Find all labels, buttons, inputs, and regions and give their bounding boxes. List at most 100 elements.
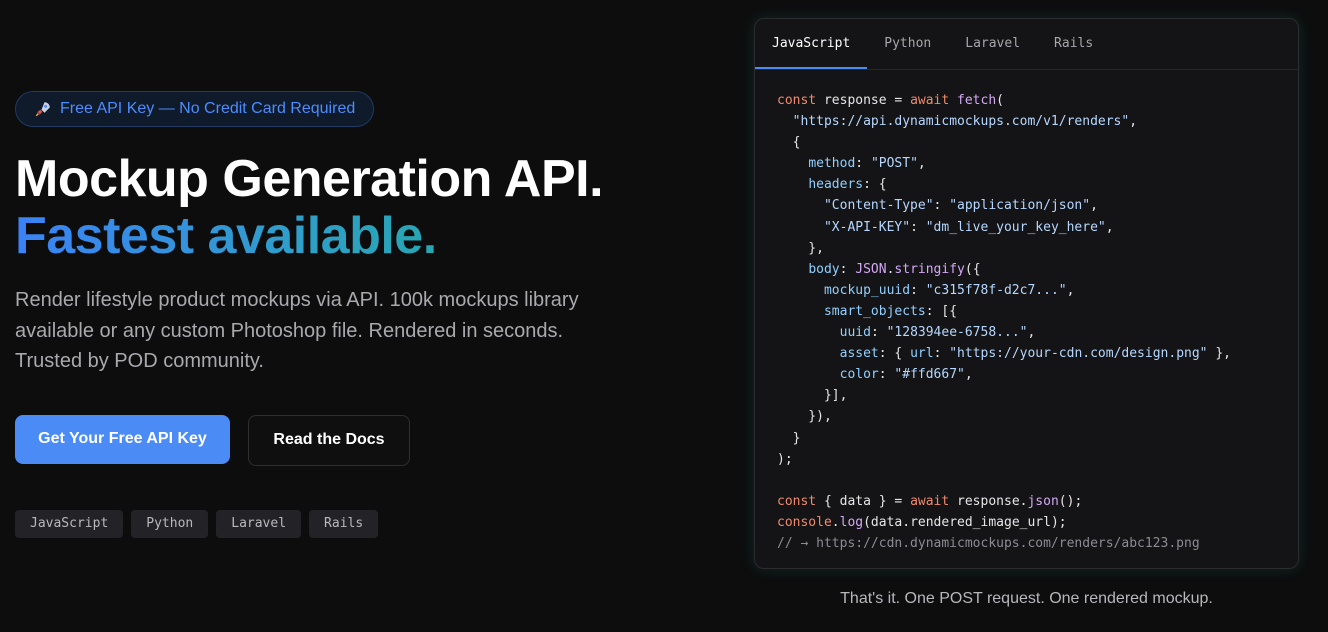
code-token: : <box>910 219 926 235</box>
code-line: method: "POST", <box>777 153 1298 174</box>
code-token: log <box>839 514 864 530</box>
tab-rails[interactable]: Rails <box>1037 19 1110 69</box>
code-token: , <box>1027 325 1036 341</box>
code-token: response = <box>816 93 911 108</box>
tab-laravel[interactable]: Laravel <box>948 19 1037 69</box>
code-token: console <box>777 514 832 530</box>
code-token: "https://your-cdn.com/design.png" <box>949 346 1208 362</box>
code-line: "X-API-KEY": "dm_live_your_key_here", <box>777 217 1298 238</box>
code-line: smart_objects: [{ <box>777 301 1298 322</box>
code-token: . <box>831 514 840 530</box>
code-token: ({ <box>964 261 981 277</box>
code-line: console.log(data.rendered_image_url); <box>777 512 1298 533</box>
code-token: json <box>1027 493 1059 509</box>
code-token: // → https://cdn.dynamicmockups.com/rend… <box>777 535 1200 551</box>
code-line: ); <box>777 449 1298 470</box>
code-token: mockup_uuid <box>823 282 911 298</box>
code-line: }], <box>777 385 1298 406</box>
code-tabs: JavaScript Python Laravel Rails <box>755 19 1298 70</box>
code-token: "X-API-KEY" <box>823 219 911 235</box>
code-caption: That's it. One POST request. One rendere… <box>840 590 1213 607</box>
code-line: // → https://cdn.dynamicmockups.com/rend… <box>777 533 1298 554</box>
code-token: : <box>933 198 950 214</box>
code-token: ( <box>996 93 1004 108</box>
code-line: headers: { <box>777 174 1298 195</box>
code-token: "application/json" <box>949 198 1091 214</box>
code-token: body <box>808 261 840 277</box>
code-token: await <box>910 93 950 108</box>
free-api-key-badge[interactable]: Free API Key — No Credit Card Required <box>15 91 375 127</box>
code-line: body: JSON.stringify({ <box>777 259 1298 280</box>
code-token: smart_objects <box>823 303 926 319</box>
code-token: : <box>870 325 887 341</box>
code-token: "128394ee-6758..." <box>886 325 1028 341</box>
code-token: const <box>777 493 817 509</box>
code-token: : { <box>863 177 887 193</box>
code-line: "https://api.dynamicmockups.com/v1/rende… <box>777 111 1298 132</box>
code-token: : <box>933 346 950 362</box>
code-token: }, <box>1207 346 1231 362</box>
code-token: (); <box>1058 493 1083 509</box>
tab-javascript[interactable]: JavaScript <box>755 19 868 69</box>
code-token: "Content-Type" <box>823 198 934 214</box>
cta-group: Get Your Free API Key Read the Docs <box>15 414 655 466</box>
rocket-icon <box>34 100 52 118</box>
code-token: fetch <box>957 93 997 108</box>
code-token: , <box>964 367 973 383</box>
code-token: const <box>777 93 817 108</box>
code-token: ); <box>777 451 793 467</box>
code-token: : [{ <box>925 303 958 319</box>
code-token: color <box>839 367 879 383</box>
code-token: await <box>910 493 950 509</box>
page-title: Mockup Generation API. Fastest available… <box>15 151 655 265</box>
code-token: (data.rendered_image_url); <box>863 514 1067 530</box>
code-token: } <box>777 430 801 446</box>
get-free-api-key-button[interactable]: Get Your Free API Key <box>15 414 230 464</box>
code-token: , <box>1129 114 1138 130</box>
code-token: }), <box>777 409 832 425</box>
code-line: } <box>777 428 1298 449</box>
code-token: "POST" <box>870 156 918 172</box>
code-token: method <box>808 156 856 172</box>
language-tags: JavaScript Python Laravel Rails <box>15 509 655 538</box>
code-token: }, <box>777 240 824 256</box>
code-token: , <box>1105 219 1114 235</box>
hero-description: Render lifestyle product mockups via API… <box>15 289 579 372</box>
code-example-panel: JavaScript Python Laravel Rails const re… <box>754 18 1299 569</box>
code-token: response. <box>949 493 1028 509</box>
code-token: : <box>878 367 895 383</box>
code-token: "https://api.dynamicmockups.com/v1/rende… <box>792 114 1130 130</box>
title-line-1: Mockup Generation API. <box>15 150 604 208</box>
code-token: : <box>910 282 926 298</box>
tag-python: Python <box>131 509 209 538</box>
code-line: color: "#ffd667", <box>777 364 1298 385</box>
code-token: asset <box>839 346 879 362</box>
code-token: , <box>1090 198 1098 214</box>
code-token: url <box>910 346 934 362</box>
read-docs-button[interactable]: Read the Docs <box>248 414 410 466</box>
code-line: const response = await fetch( <box>777 90 1298 111</box>
code-token: "dm_live_your_key_here" <box>925 219 1106 235</box>
title-line-2: Fastest available. <box>15 208 655 265</box>
code-line: uuid: "128394ee-6758...", <box>777 322 1298 343</box>
code-token: JSON <box>855 261 887 277</box>
tab-python[interactable]: Python <box>867 19 948 69</box>
code-block: const response = await fetch( "https://a… <box>755 70 1298 554</box>
code-line: }), <box>777 406 1298 427</box>
code-token: : { <box>878 346 911 362</box>
code-token: , <box>1066 282 1075 298</box>
code-line: asset: { url: "https://your-cdn.com/desi… <box>777 343 1298 364</box>
hero-section: Free API Key — No Credit Card Required M… <box>15 91 655 538</box>
badge-label: Free API Key — No Credit Card Required <box>60 100 356 117</box>
code-token: headers <box>808 177 864 193</box>
